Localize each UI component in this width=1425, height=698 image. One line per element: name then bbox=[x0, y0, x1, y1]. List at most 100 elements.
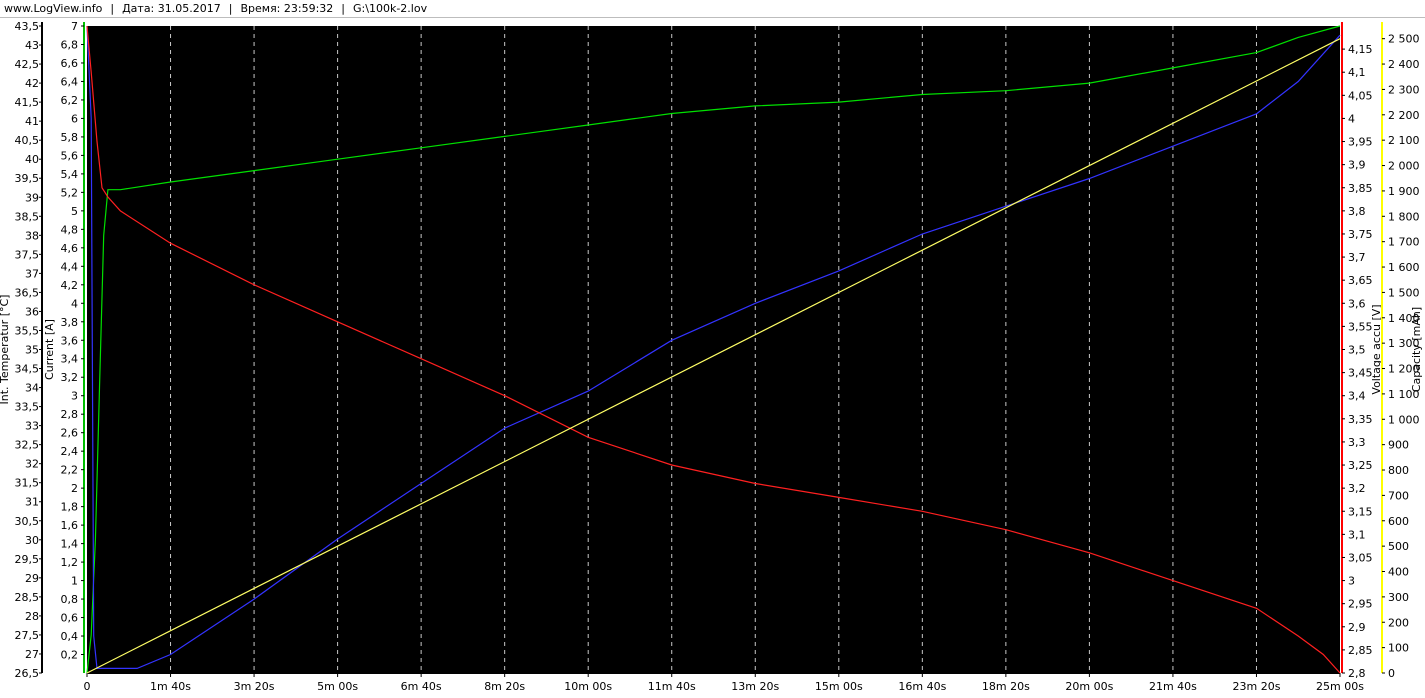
current-tick-label: 0,4 bbox=[61, 630, 79, 643]
voltage-tick-label: 3,65 bbox=[1348, 274, 1373, 287]
current-tick-label: 5,2 bbox=[61, 186, 79, 199]
temperature-tick-label: 31 bbox=[25, 496, 39, 509]
current-tick-label: 6,6 bbox=[61, 57, 79, 70]
capacity-tick-label: 2 400 bbox=[1388, 58, 1420, 71]
current-tick-label: 1,4 bbox=[61, 538, 79, 551]
current-tick-label: 5,4 bbox=[61, 168, 79, 181]
current-tick-label: 4,2 bbox=[61, 279, 79, 292]
current-tick-label: 6,8 bbox=[61, 38, 79, 51]
current-tick-label: 3,4 bbox=[61, 353, 79, 366]
capacity-axis: 01002003004005006007008009001 0001 1001 … bbox=[1381, 22, 1423, 680]
voltage-tick-label: 3,55 bbox=[1348, 320, 1373, 333]
temperature-tick-label: 36,5 bbox=[15, 286, 40, 299]
capacity-tick-label: 200 bbox=[1388, 616, 1409, 629]
voltage-tick-label: 3,35 bbox=[1348, 413, 1373, 426]
capacity-tick-label: 2 500 bbox=[1388, 33, 1420, 46]
capacity-tick-label: 800 bbox=[1388, 464, 1409, 477]
current-tick-label: 4 bbox=[71, 297, 78, 310]
x-tick-label: 1m 40s bbox=[150, 680, 191, 693]
capacity-tick-label: 0 bbox=[1388, 667, 1395, 680]
current-tick-label: 3,2 bbox=[61, 371, 79, 384]
current-axis-title: Current [A] bbox=[43, 319, 56, 380]
capacity-tick-label: 1 700 bbox=[1388, 236, 1420, 249]
voltage-tick-label: 3,25 bbox=[1348, 459, 1373, 472]
temperature-tick-label: 34,5 bbox=[15, 363, 40, 376]
temperature-tick-label: 39 bbox=[25, 191, 39, 204]
voltage-tick-label: 3,95 bbox=[1348, 136, 1373, 149]
current-tick-label: 6 bbox=[71, 112, 78, 125]
current-tick-label: 2,2 bbox=[61, 464, 79, 477]
capacity-tick-label: 300 bbox=[1388, 591, 1409, 604]
voltage-tick-label: 4,15 bbox=[1348, 43, 1373, 56]
temperature-tick-label: 43 bbox=[25, 39, 39, 52]
voltage-tick-label: 3,85 bbox=[1348, 182, 1373, 195]
x-tick-label: 16m 40s bbox=[898, 680, 946, 693]
current-tick-label: 1,6 bbox=[61, 519, 79, 532]
temperature-tick-label: 33,5 bbox=[15, 401, 40, 414]
capacity-tick-label: 900 bbox=[1388, 439, 1409, 452]
x-tick-label: 10m 00s bbox=[564, 680, 612, 693]
temperature-tick-label: 26,5 bbox=[15, 667, 40, 680]
voltage-tick-label: 4,1 bbox=[1348, 66, 1366, 79]
plot-area[interactable] bbox=[87, 26, 1340, 673]
voltage-tick-label: 2,9 bbox=[1348, 621, 1366, 634]
x-tick-label: 15m 00s bbox=[815, 680, 863, 693]
temperature-tick-label: 40,5 bbox=[15, 134, 40, 147]
voltage-tick-label: 3,5 bbox=[1348, 344, 1366, 357]
temperature-tick-label: 34 bbox=[25, 382, 39, 395]
capacity-tick-label: 100 bbox=[1388, 642, 1409, 655]
voltage-tick-label: 3,9 bbox=[1348, 159, 1366, 172]
temperature-tick-label: 42,5 bbox=[15, 58, 40, 71]
temperature-tick-label: 29,5 bbox=[15, 553, 40, 566]
temperature-tick-label: 27,5 bbox=[15, 629, 40, 642]
x-tick-label: 13m 20s bbox=[731, 680, 779, 693]
x-tick-label: 18m 20s bbox=[982, 680, 1030, 693]
capacity-tick-label: 400 bbox=[1388, 566, 1409, 579]
current-tick-label: 4,4 bbox=[61, 260, 79, 273]
capacity-tick-label: 2 300 bbox=[1388, 83, 1420, 96]
logview-chart[interactable]: 0 1m 40s 3m 20s 5m 00s 6m 40s 8m 20s 10m 00s 11… bbox=[0, 0, 1425, 698]
x-tick-label: 21m 40s bbox=[1149, 680, 1197, 693]
temperature-tick-label: 31,5 bbox=[15, 477, 40, 490]
temperature-tick-label: 39,5 bbox=[15, 172, 40, 185]
capacity-tick-label: 2 100 bbox=[1388, 134, 1420, 147]
voltage-tick-label: 3,1 bbox=[1348, 528, 1366, 541]
voltage-tick-label: 3,2 bbox=[1348, 482, 1366, 495]
voltage-tick-label: 2,95 bbox=[1348, 598, 1373, 611]
capacity-tick-label: 2 200 bbox=[1388, 109, 1420, 122]
x-tick-label: 8m 20s bbox=[484, 680, 525, 693]
x-tick-label: 5m 00s bbox=[317, 680, 358, 693]
current-tick-label: 0,8 bbox=[61, 593, 79, 606]
x-tick-label: 11m 40s bbox=[648, 680, 696, 693]
capacity-tick-label: 1 000 bbox=[1388, 413, 1420, 426]
temperature-tick-label: 35 bbox=[25, 344, 39, 357]
temperature-tick-label: 29 bbox=[25, 572, 39, 585]
voltage-tick-label: 2,8 bbox=[1348, 667, 1366, 680]
temperature-tick-label: 28 bbox=[25, 610, 39, 623]
current-tick-label: 1,8 bbox=[61, 501, 79, 514]
current-tick-label: 2,6 bbox=[61, 427, 79, 440]
current-tick-label: 3,8 bbox=[61, 316, 79, 329]
current-tick-label: 1 bbox=[71, 575, 78, 588]
temperature-tick-label: 33 bbox=[25, 420, 39, 433]
capacity-tick-label: 700 bbox=[1388, 489, 1409, 502]
current-tick-label: 6,2 bbox=[61, 94, 79, 107]
current-tick-label: 5,8 bbox=[61, 131, 79, 144]
current-tick-label: 6,4 bbox=[61, 75, 79, 88]
temperature-tick-label: 30,5 bbox=[15, 515, 40, 528]
temperature-tick-label: 42 bbox=[25, 77, 39, 90]
x-tick-label: 0 bbox=[84, 680, 91, 693]
capacity-tick-label: 1 800 bbox=[1388, 210, 1420, 223]
temperature-tick-label: 37,5 bbox=[15, 248, 40, 261]
voltage-tick-label: 3,15 bbox=[1348, 505, 1373, 518]
x-tick-label: 20m 00s bbox=[1065, 680, 1113, 693]
current-tick-label: 2,8 bbox=[61, 408, 79, 421]
temperature-tick-label: 28,5 bbox=[15, 591, 40, 604]
temperature-tick-label: 41,5 bbox=[15, 96, 40, 109]
capacity-tick-label: 600 bbox=[1388, 515, 1409, 528]
voltage-tick-label: 3,3 bbox=[1348, 436, 1366, 449]
x-tick-label: 25m 00s bbox=[1316, 680, 1364, 693]
temperature-tick-label: 36 bbox=[25, 305, 39, 318]
temperature-tick-label: 41 bbox=[25, 115, 39, 128]
current-tick-label: 5,6 bbox=[61, 149, 79, 162]
